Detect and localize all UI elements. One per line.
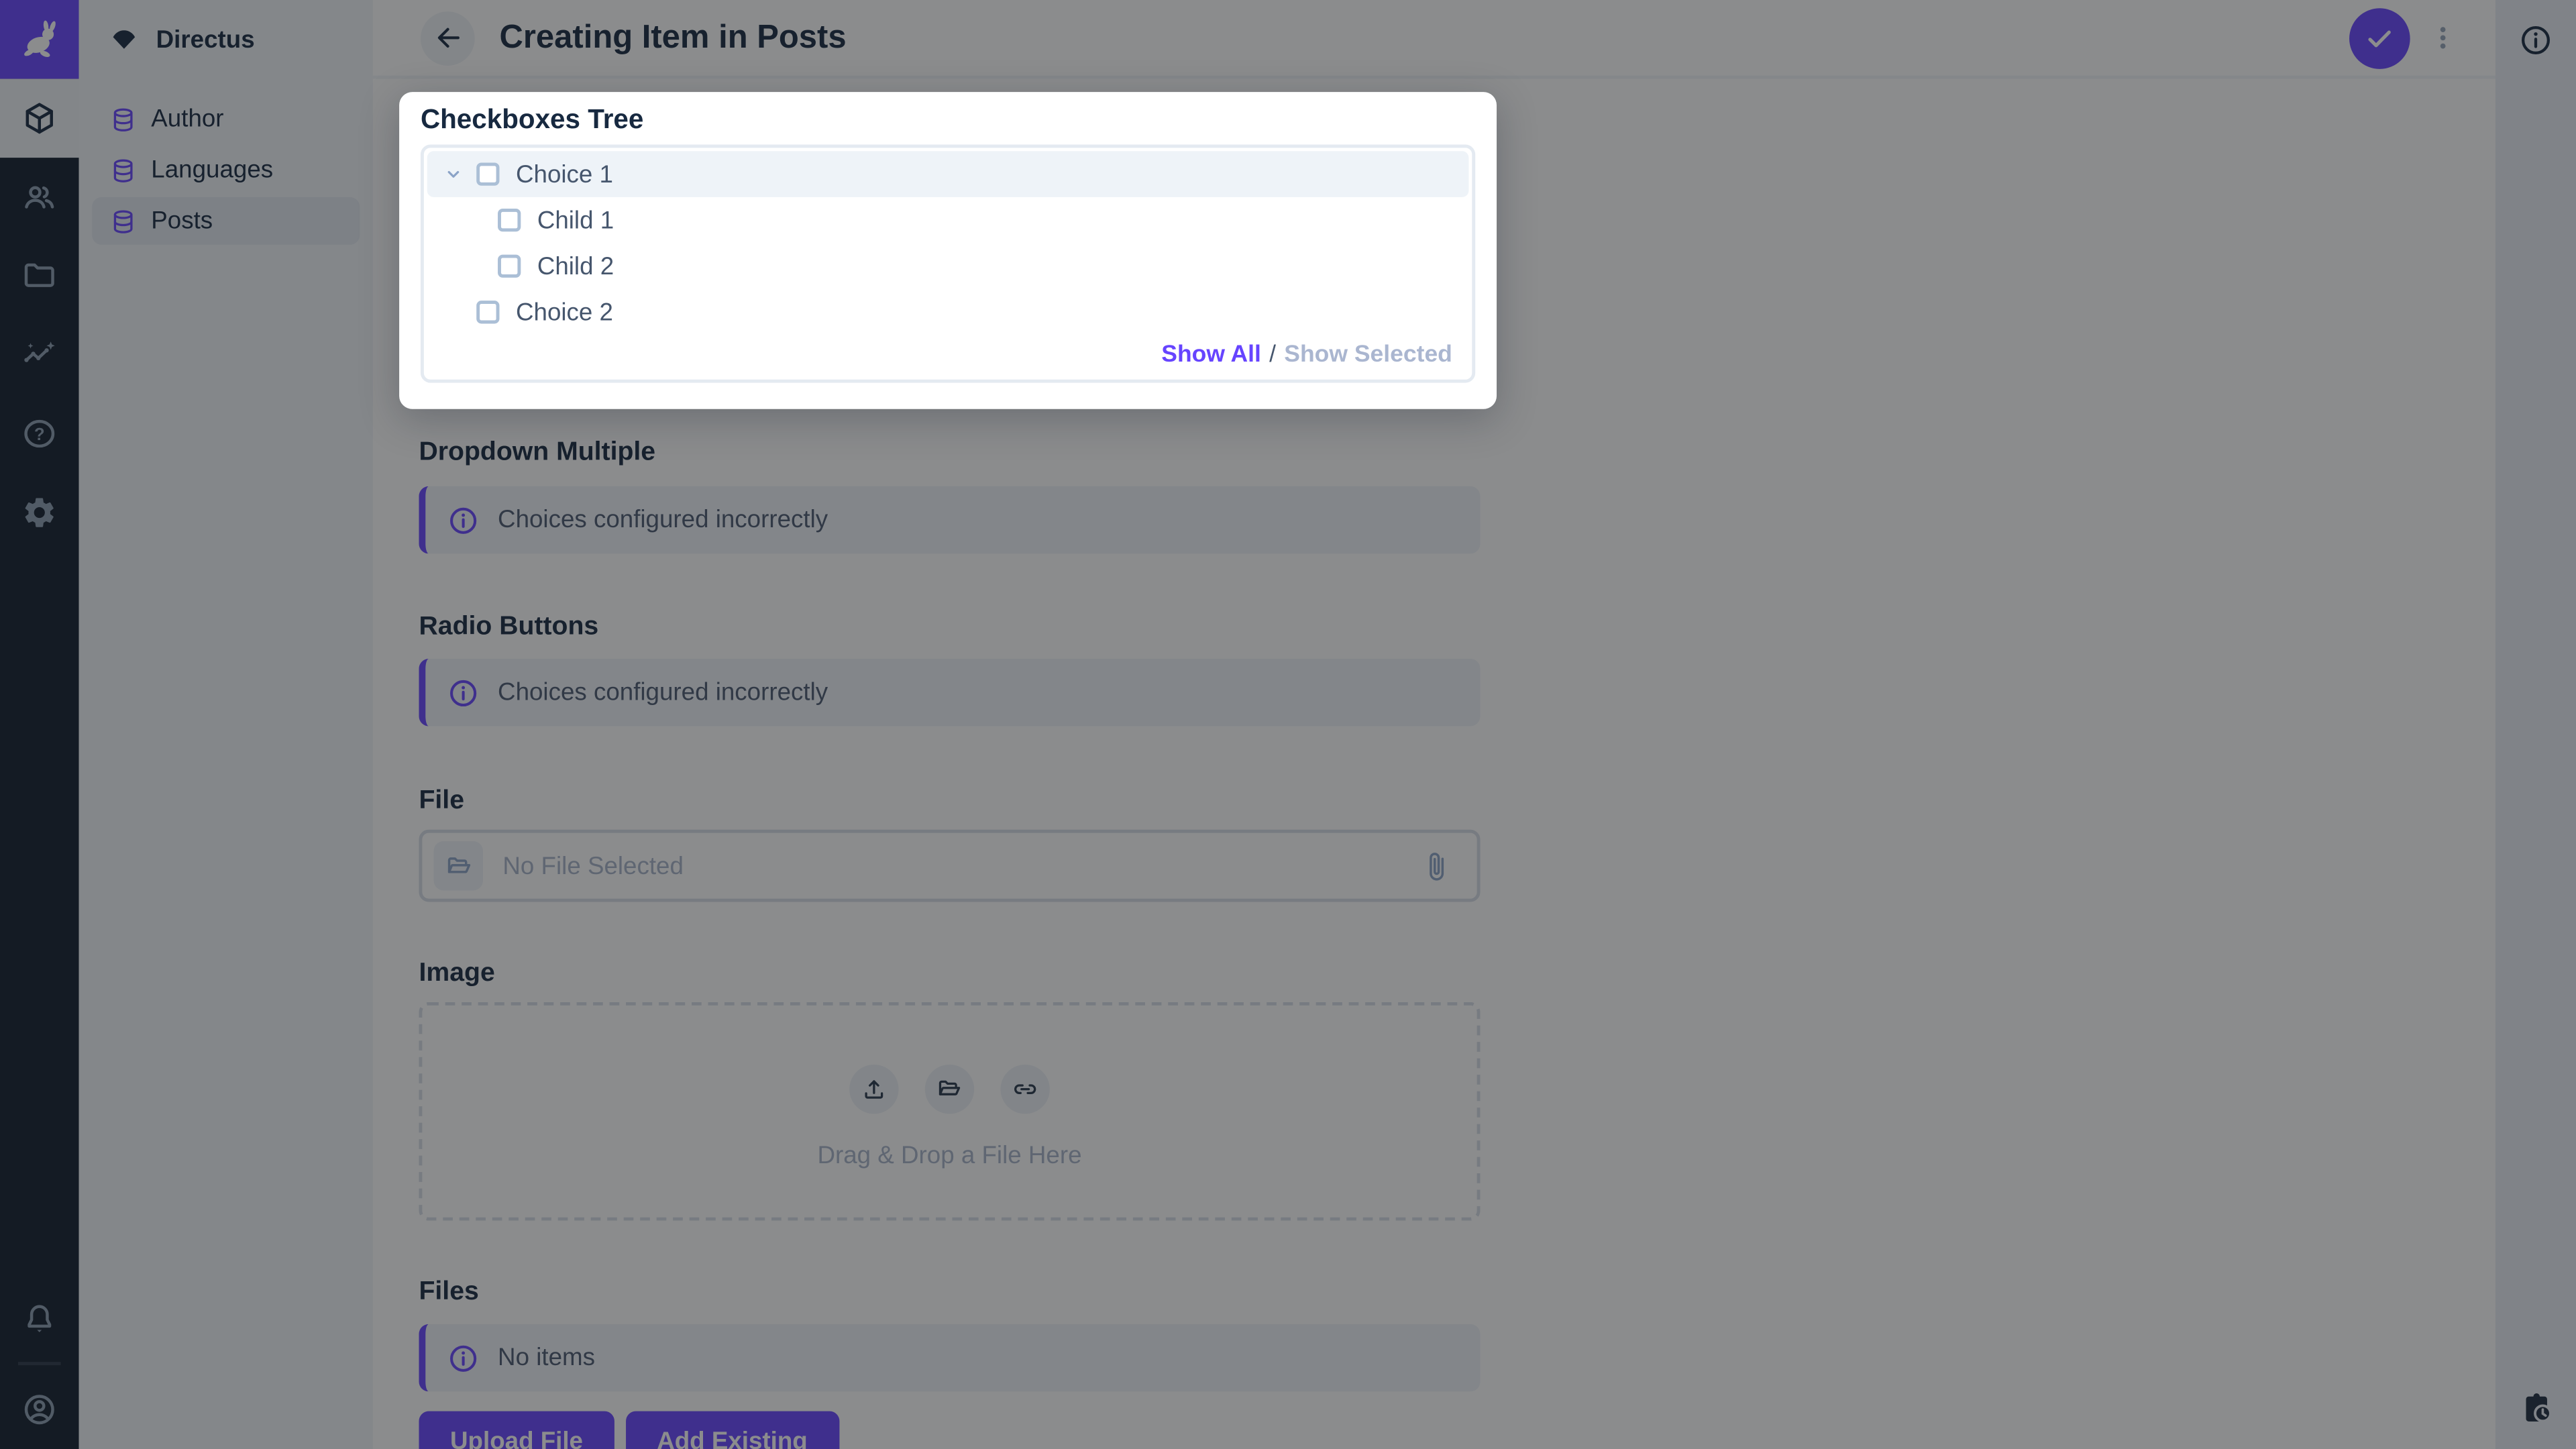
checkbox[interactable] <box>498 255 521 278</box>
tree-item-label: Child 2 <box>537 252 614 280</box>
chevron-down-icon[interactable] <box>443 164 463 184</box>
tree-row-choice-1[interactable]: Choice 1 <box>427 151 1469 197</box>
show-selected-link[interactable]: Show Selected <box>1284 341 1452 368</box>
checkboxes-tree: Choice 1 Child 1 Child 2 Choice 2 Show A… <box>421 145 1475 383</box>
checkbox[interactable] <box>476 301 499 323</box>
dialog-title: Checkboxes Tree <box>421 105 1475 135</box>
app-window: ? Directus <box>0 0 2576 1449</box>
tree-item-label: Choice 1 <box>516 160 613 189</box>
footer-separator: / <box>1269 341 1276 368</box>
tree-row-child-2[interactable]: Child 2 <box>427 243 1469 289</box>
tree-row-choice-2[interactable]: Choice 2 <box>427 289 1469 335</box>
tree-item-label: Choice 2 <box>516 298 613 326</box>
checkboxes-tree-dialog: Checkboxes Tree Choice 1 Child 1 Child 2 <box>399 92 1497 409</box>
checkbox[interactable] <box>498 209 521 231</box>
show-all-link[interactable]: Show All <box>1161 341 1261 368</box>
checkbox[interactable] <box>476 162 499 185</box>
tree-item-label: Child 1 <box>537 206 614 234</box>
tree-footer: Show All / Show Selected <box>1161 341 1452 368</box>
tree-row-child-1[interactable]: Child 1 <box>427 197 1469 244</box>
